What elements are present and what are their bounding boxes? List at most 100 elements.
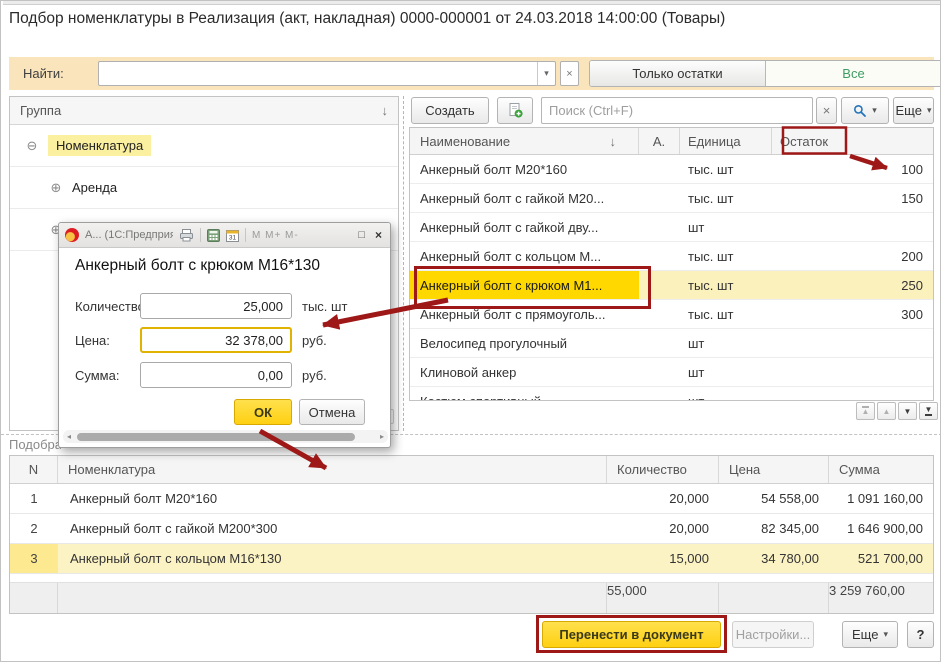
product-row[interactable]: Анкерный болт с гайкой дву... шт xyxy=(410,213,933,242)
only-stock-button[interactable]: Только остатки xyxy=(590,61,766,86)
column-header-price[interactable]: Цена xyxy=(719,456,829,483)
page-title: Подбор номенклатуры в Реализация (акт, н… xyxy=(9,10,725,28)
dialog-close-button[interactable]: × xyxy=(373,228,384,242)
scroll-left-icon[interactable]: ◂ xyxy=(63,432,75,441)
find-dropdown-button[interactable]: ▾ xyxy=(537,62,555,85)
chevron-down-icon: ▾ xyxy=(883,629,888,640)
titlebar-separator xyxy=(245,228,246,242)
products-table: Наименование ↓ А. Единица Остаток Анкерн… xyxy=(409,127,934,401)
dialog-horizontal-scrollbar[interactable]: ◂ ▸ xyxy=(63,430,388,443)
search-options-button[interactable]: ▾ xyxy=(841,97,889,124)
column-header-a[interactable]: А. xyxy=(639,128,680,154)
product-name-cell: Анкерный болт с крюком М1... xyxy=(410,271,639,299)
picked-name-cell: Анкерный болт с кольцом М16*130 xyxy=(58,544,607,573)
product-row[interactable]: Анкерный болт с кольцом М... тыс. шт 200 xyxy=(410,242,933,271)
product-unit-cell: тыс. шт xyxy=(680,271,772,299)
column-header-quantity[interactable]: Количество xyxy=(607,456,719,483)
sum-label: Сумма: xyxy=(75,368,119,383)
quantity-unit: тыс. шт xyxy=(302,299,347,314)
picked-row[interactable]: 2 Анкерный болт с гайкой М200*300 20,000… xyxy=(10,514,933,544)
scroll-up-button[interactable]: ▲ xyxy=(877,402,896,420)
product-name-cell: Анкерный болт с прямоуголь... xyxy=(410,300,639,328)
tree-item-nomenklatura[interactable]: ⊖ Номенклатура xyxy=(10,125,398,167)
find-input-wrap: ▾ xyxy=(98,61,556,86)
transfer-to-document-button[interactable]: Перенести в документ xyxy=(542,621,721,648)
scroll-bottom-icon: ▼ xyxy=(925,406,933,416)
total-qty-cell: 55,000 xyxy=(607,583,719,613)
picked-table-header: N Номенклатура Количество Цена Сумма xyxy=(10,456,933,484)
group-column-header[interactable]: Группа ↓ xyxy=(10,97,398,125)
column-header-name[interactable]: Наименование ↓ xyxy=(410,128,639,154)
scroll-bottom-button[interactable]: ▼ xyxy=(919,402,938,420)
cancel-button[interactable]: Отмена xyxy=(299,399,365,425)
product-row-selected[interactable]: Анкерный болт с крюком М1... тыс. шт 250 xyxy=(410,271,933,300)
settings-button[interactable]: Настройки... xyxy=(732,621,814,648)
quantity-input[interactable] xyxy=(140,293,292,319)
find-clear-button[interactable]: × xyxy=(560,61,579,86)
scroll-down-button[interactable]: ▼ xyxy=(898,402,917,420)
product-search-wrap xyxy=(541,97,813,124)
collapse-icon[interactable]: ⊖ xyxy=(24,138,40,154)
sum-unit: руб. xyxy=(302,368,327,383)
products-table-header: Наименование ↓ А. Единица Остаток xyxy=(410,128,933,155)
column-header-unit[interactable]: Единица xyxy=(680,128,772,154)
picked-sum-cell: 521 700,00 xyxy=(829,544,933,573)
product-row[interactable]: Костюм спортивный шт xyxy=(410,387,933,401)
column-header-nomenclature[interactable]: Номенклатура xyxy=(58,456,607,483)
picked-total-row: 55,000 3 259 760,00 xyxy=(10,583,933,613)
ok-button[interactable]: ОК xyxy=(234,399,292,425)
price-input[interactable] xyxy=(140,327,292,353)
picked-n-cell: 2 xyxy=(10,514,58,543)
find-input[interactable] xyxy=(99,62,537,85)
product-row[interactable]: Анкерный болт М20*160 тыс. шт 100 xyxy=(410,155,933,184)
product-row[interactable]: Анкерный болт с прямоуголь... тыс. шт 30… xyxy=(410,300,933,329)
products-scroll-buttons: ▲ ▲ ▼ ▼ xyxy=(856,402,938,420)
product-row[interactable]: Клиновой анкер шт xyxy=(410,358,933,387)
quantity-field-row: Количество: тыс. шт xyxy=(59,293,392,320)
all-button[interactable]: Все xyxy=(766,61,941,86)
more-label: Еще xyxy=(852,627,878,642)
product-unit-cell: тыс. шт xyxy=(680,184,772,212)
products-more-button[interactable]: Еще ▾ xyxy=(893,97,934,124)
product-name-cell: Анкерный болт М20*160 xyxy=(410,155,639,183)
expand-icon[interactable]: ⊕ xyxy=(48,180,64,196)
product-unit-cell: шт xyxy=(680,358,772,386)
titlebar-separator xyxy=(200,228,201,242)
scroll-top-button[interactable]: ▲ xyxy=(856,402,875,420)
create-group-button[interactable] xyxy=(497,97,533,124)
product-a-cell xyxy=(639,242,680,270)
dialog-titlebar[interactable]: А... (1С:Предприяти 31 М М+ М- □ × xyxy=(59,223,390,248)
scrollbar-thumb[interactable] xyxy=(77,433,355,441)
total-name-cell xyxy=(58,583,607,613)
search-clear-button[interactable]: × xyxy=(816,97,837,124)
footer-more-button[interactable]: Еще ▾ xyxy=(842,621,898,648)
product-search-input[interactable] xyxy=(542,98,812,123)
picked-row[interactable]: 1 Анкерный болт М20*160 20,000 54 558,00… xyxy=(10,484,933,514)
picked-row-highlighted[interactable]: 3 Анкерный болт с кольцом М16*130 15,000… xyxy=(10,544,933,574)
filter-bar: Найти: ▾ × Только остатки Все xyxy=(9,57,934,90)
tree-item-arenda[interactable]: ⊕ Аренда xyxy=(10,167,398,209)
new-document-plus-icon xyxy=(507,102,524,119)
panel-splitter-vertical[interactable] xyxy=(403,96,404,431)
maximize-button[interactable]: □ xyxy=(356,229,367,241)
sum-input[interactable] xyxy=(140,362,292,388)
scroll-right-icon[interactable]: ▸ xyxy=(376,432,388,441)
help-button[interactable]: ? xyxy=(907,621,934,648)
column-header-n[interactable]: N xyxy=(10,456,58,483)
stock-filter-toggle: Только остатки Все xyxy=(589,60,941,87)
column-header-sum[interactable]: Сумма xyxy=(829,456,933,483)
product-stock-cell xyxy=(772,387,933,401)
product-name-cell: Анкерный болт с кольцом М... xyxy=(410,242,639,270)
product-row[interactable]: Анкерный болт с гайкой М20... тыс. шт 15… xyxy=(410,184,933,213)
picked-name-cell: Анкерный болт с гайкой М200*300 xyxy=(58,514,607,543)
calculator-memory-buttons[interactable]: М М+ М- xyxy=(252,230,299,241)
column-header-stock[interactable]: Остаток xyxy=(772,128,933,154)
product-name-cell: Велосипед прогулочный xyxy=(410,329,639,357)
create-button[interactable]: Создать xyxy=(411,97,489,124)
product-name-cell: Анкерный болт с гайкой дву... xyxy=(410,213,639,241)
picked-table-spacer xyxy=(10,574,933,583)
column-label: Номенклатура xyxy=(68,462,155,477)
product-a-cell xyxy=(639,184,680,212)
product-unit-cell: тыс. шт xyxy=(680,300,772,328)
product-row[interactable]: Велосипед прогулочный шт xyxy=(410,329,933,358)
